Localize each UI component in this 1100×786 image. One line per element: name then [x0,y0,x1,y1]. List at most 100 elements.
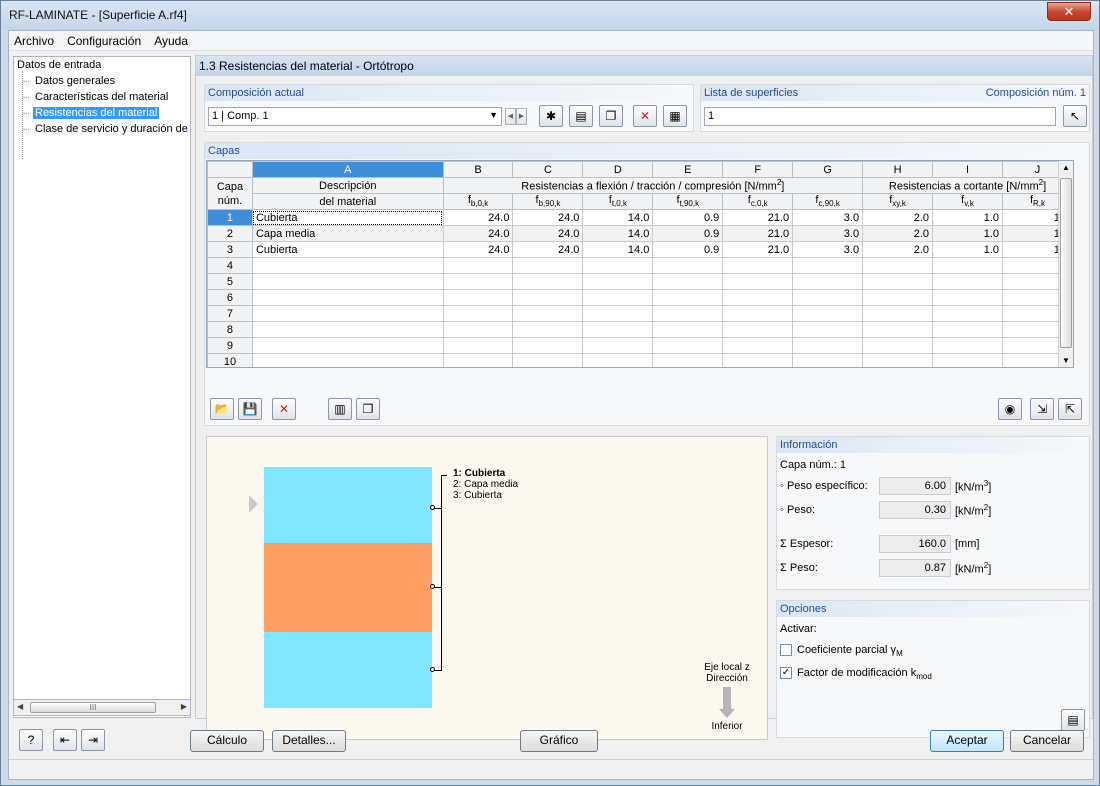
description-cell[interactable] [251,353,444,367]
view-icon[interactable]: ◉ [998,398,1022,420]
export-icon[interactable]: ⇥ [81,729,105,751]
pick-surface-icon[interactable]: ↖ [1063,105,1087,127]
tree-item-caracteristicas[interactable]: Características del material [35,91,168,103]
value-cell[interactable]: 21.0 [722,241,794,258]
value-cell[interactable] [442,289,514,306]
tree-item-datos-generales[interactable]: Datos generales [35,75,115,87]
description-cell[interactable] [251,273,444,290]
value-cell[interactable]: 14.0 [582,225,654,242]
description-cell[interactable] [251,289,444,306]
copy-composition-icon[interactable]: ❐ [599,105,623,127]
scroll-down-icon[interactable]: ▼ [1062,356,1070,365]
menu-ayuda[interactable]: Ayuda [149,31,193,48]
value-cell[interactable] [582,305,654,322]
value-cell[interactable] [582,321,654,338]
description-cell[interactable]: Cubierta [251,241,444,258]
value-cell[interactable]: 24.0 [512,209,584,226]
value-cell[interactable] [862,289,934,306]
prev-composition-button[interactable]: ◀ [505,108,516,125]
value-cell[interactable] [512,289,584,306]
value-cell[interactable] [722,353,794,367]
value-cell[interactable] [652,305,724,322]
value-cell[interactable] [512,257,584,274]
value-cell[interactable]: 24.0 [512,225,584,242]
value-cell[interactable]: 3.0 [792,225,864,242]
value-cell[interactable]: 1.0 [932,209,1003,226]
value-cell[interactable] [512,353,584,367]
col-letter[interactable]: F [722,161,794,178]
value-cell[interactable]: 0.9 [652,225,724,242]
row-number[interactable]: 10 [207,353,253,367]
value-cell[interactable]: 24.0 [442,241,514,258]
delete-all-icon[interactable]: ▦ [663,105,687,127]
col-letter[interactable]: I [932,161,1003,178]
col-letter[interactable]: D [582,161,654,178]
help-icon[interactable]: ? [19,729,43,751]
value-cell[interactable] [862,305,934,322]
value-cell[interactable] [792,273,864,290]
table-vertical-scrollbar[interactable]: ▲ ▼ [1058,161,1073,367]
next-composition-button[interactable]: ▶ [516,108,527,125]
value-cell[interactable] [652,273,724,290]
value-cell[interactable] [512,273,584,290]
value-cell[interactable]: 21.0 [722,225,794,242]
value-cell[interactable] [442,305,514,322]
value-cell[interactable] [722,337,794,354]
settings-icon[interactable]: ▤ [1061,709,1085,731]
grafico-button[interactable]: Gráfico [520,730,598,752]
value-cell[interactable] [792,337,864,354]
value-cell[interactable] [932,273,1003,290]
value-cell[interactable]: 21.0 [722,209,794,226]
row-number[interactable]: 6 [207,289,253,306]
value-cell[interactable] [932,353,1003,367]
value-cell[interactable] [582,337,654,354]
import-excel-icon[interactable]: ⇱ [1058,398,1082,420]
value-cell[interactable] [512,321,584,338]
cancelar-button[interactable]: Cancelar [1010,730,1084,752]
row-number[interactable]: 9 [207,337,253,354]
menu-archivo[interactable]: Archivo [9,31,59,48]
value-cell[interactable] [582,353,654,367]
scroll-left-icon[interactable]: ◀ [17,702,23,711]
aceptar-button[interactable]: Aceptar [930,730,1004,752]
value-cell[interactable]: 24.0 [442,225,514,242]
copy-layers-icon[interactable]: ❐ [356,398,380,420]
value-cell[interactable] [652,337,724,354]
row-number[interactable]: 1 [207,209,253,226]
value-cell[interactable] [932,305,1003,322]
scroll-thumb[interactable] [1060,178,1072,348]
value-cell[interactable] [792,353,864,367]
value-cell[interactable]: 3.0 [792,209,864,226]
row-number[interactable]: 8 [207,321,253,338]
value-cell[interactable] [722,321,794,338]
value-cell[interactable]: 2.0 [862,225,934,242]
export-excel-icon[interactable]: ⇲ [1030,398,1054,420]
library-icon[interactable]: ▥ [328,398,352,420]
value-cell[interactable] [582,257,654,274]
description-cell[interactable]: Cubierta [251,209,444,226]
value-cell[interactable]: 14.0 [582,209,654,226]
value-cell[interactable] [862,353,934,367]
value-cell[interactable] [862,321,934,338]
value-cell[interactable] [862,257,934,274]
value-cell[interactable] [512,337,584,354]
tree-item-clase-servicio[interactable]: Clase de servicio y duración de [35,123,188,135]
value-cell[interactable] [722,289,794,306]
factor-mod-checkbox[interactable]: ✓ [780,667,792,679]
value-cell[interactable]: 2.0 [862,241,934,258]
scroll-up-icon[interactable]: ▲ [1062,163,1070,172]
tree-root-datos-entrada[interactable]: Datos de entrada [17,59,101,71]
value-cell[interactable] [442,353,514,367]
description-cell[interactable]: Capa media [251,225,444,242]
calculo-button[interactable]: Cálculo [190,730,264,752]
new-composition-icon[interactable]: ✱ [539,105,563,127]
value-cell[interactable]: 1.0 [932,241,1003,258]
value-cell[interactable] [512,305,584,322]
value-cell[interactable] [582,273,654,290]
scroll-right-icon[interactable]: ▶ [181,702,187,711]
value-cell[interactable] [442,337,514,354]
row-number[interactable]: 4 [207,257,253,274]
value-cell[interactable]: 3.0 [792,241,864,258]
value-cell[interactable] [722,305,794,322]
value-cell[interactable] [862,337,934,354]
